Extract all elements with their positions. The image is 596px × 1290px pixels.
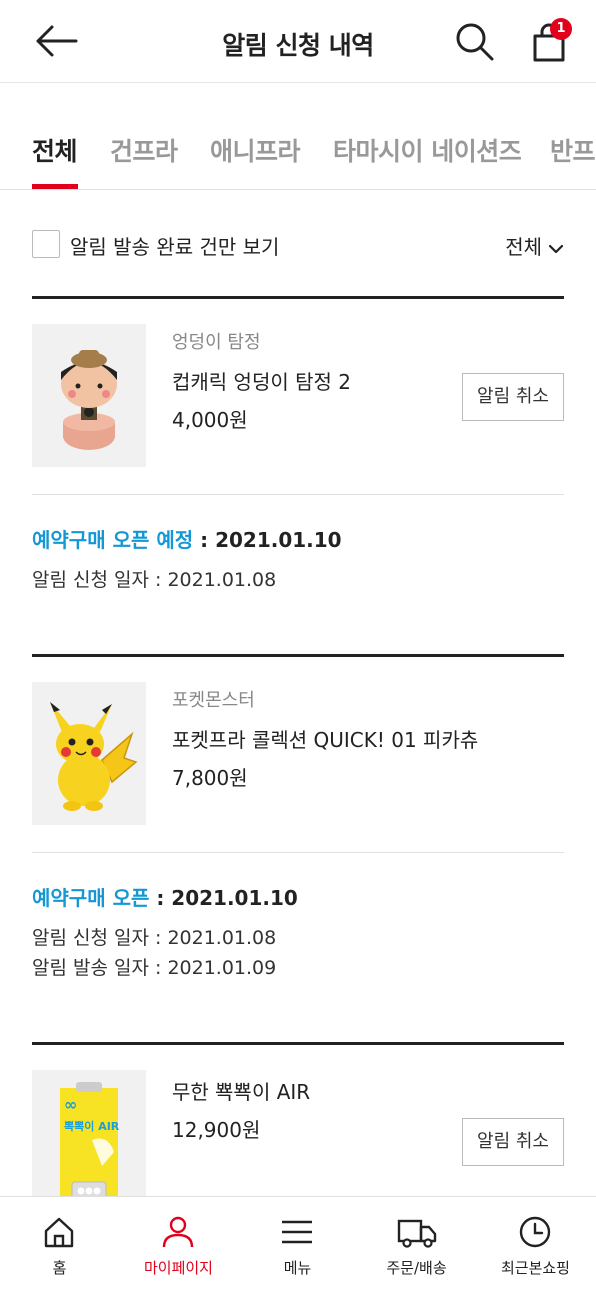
item-divider: [32, 494, 564, 495]
cart-button[interactable]: 1: [530, 18, 576, 62]
nav-mypage[interactable]: 마이페이지: [119, 1197, 238, 1290]
open-date: : 2021.01.10: [193, 528, 342, 552]
bubble-wrap-toy-image: ∞ 뽁뽁이 AIR: [60, 1082, 120, 1213]
tab-all[interactable]: 전체: [32, 132, 78, 168]
cart-count-badge: 1: [550, 18, 572, 40]
tab-anipla[interactable]: 애니프라: [210, 132, 301, 168]
nav-label: 홈: [52, 1259, 67, 1277]
section-divider: [32, 296, 564, 299]
menu-icon: [282, 1220, 312, 1244]
product-name[interactable]: 무한 뾱뾱이 AIR: [172, 1076, 310, 1105]
product-thumbnail[interactable]: [32, 324, 146, 467]
app-header: 알림 신청 내역 1: [0, 0, 596, 83]
product-name[interactable]: 포켓프라 콜렉션 QUICK! 01 피카츄: [172, 724, 478, 753]
active-tab-indicator: [32, 184, 78, 189]
open-date: : 2021.01.10: [149, 886, 298, 910]
open-date-line: 예약구매 오픈 예정 : 2021.01.10: [32, 524, 342, 553]
item-divider: [32, 852, 564, 853]
nav-label: 최근본쇼핑: [500, 1259, 570, 1277]
sort-dropdown[interactable]: 전체: [505, 231, 564, 260]
cancel-notification-button[interactable]: 알림 취소: [462, 1118, 564, 1166]
detective-figure-image: [61, 350, 117, 450]
tab-gunpla[interactable]: 건프라: [110, 132, 178, 168]
apply-date: 알림 신청 일자 : 2021.01.08: [32, 927, 277, 949]
product-price: 4,000원: [172, 408, 248, 432]
product-brand: 포켓몬스터: [172, 690, 255, 711]
search-icon: [456, 23, 494, 61]
nav-label: 주문/배송: [386, 1259, 447, 1277]
cancel-notification-button[interactable]: 알림 취소: [462, 373, 564, 421]
nav-menu[interactable]: 메뉴: [238, 1197, 357, 1290]
filter-row: 알림 발송 완료 건만 보기 전체: [32, 228, 564, 260]
page-title: 알림 신청 내역: [222, 31, 374, 60]
pikachu-figure-image: [50, 702, 138, 811]
truck-icon: [397, 1219, 437, 1248]
open-date-line: 예약구매 오픈 : 2021.01.10: [32, 882, 298, 911]
sent-only-label[interactable]: 알림 발송 완료 건만 보기: [70, 231, 279, 260]
nav-label: 마이페이지: [143, 1259, 213, 1277]
nav-orders[interactable]: 주문/배송: [357, 1197, 476, 1290]
nav-recently-viewed[interactable]: 최근본쇼핑: [476, 1197, 595, 1290]
clock-icon: [519, 1216, 551, 1248]
user-icon: [162, 1216, 194, 1248]
product-price: 12,900원: [172, 1118, 261, 1142]
bottom-navigation: 홈 마이페이지 메뉴 주문/배송 최근본쇼핑: [0, 1196, 596, 1290]
nav-home[interactable]: 홈: [0, 1197, 119, 1290]
chevron-down-icon: [548, 244, 564, 253]
category-tabs: 전체 건프라 애니프라 타마시이 네이션즈 반프: [0, 130, 596, 190]
thumbnail-label: 뽁뽁이 AIR: [64, 1119, 120, 1133]
product-brand: 엉덩이 탐정: [172, 332, 261, 353]
product-thumbnail[interactable]: ∞ 뽁뽁이 AIR: [32, 1070, 146, 1213]
section-divider: [32, 1042, 564, 1045]
product-price: 7,800원: [172, 766, 248, 790]
open-status-label: 예약구매 오픈: [32, 886, 150, 910]
product-name[interactable]: 컵캐릭 엉덩이 탐정 2: [172, 366, 351, 395]
sent-only-checkbox[interactable]: [32, 230, 60, 258]
section-divider: [32, 654, 564, 657]
apply-date: 알림 신청 일자 : 2021.01.08: [32, 569, 277, 591]
tab-banpre[interactable]: 반프: [550, 132, 596, 168]
svg-text:∞: ∞: [64, 1095, 77, 1114]
sent-date: 알림 발송 일자 : 2021.01.09: [32, 957, 277, 979]
search-button[interactable]: [455, 22, 495, 62]
nav-label: 메뉴: [283, 1259, 312, 1277]
product-thumbnail[interactable]: [32, 682, 146, 825]
home-icon: [44, 1217, 74, 1248]
tab-tamashii-nations[interactable]: 타마시이 네이션즈: [333, 132, 522, 168]
sort-value: 전체: [505, 235, 542, 259]
open-status-label: 예약구매 오픈 예정: [32, 528, 194, 552]
